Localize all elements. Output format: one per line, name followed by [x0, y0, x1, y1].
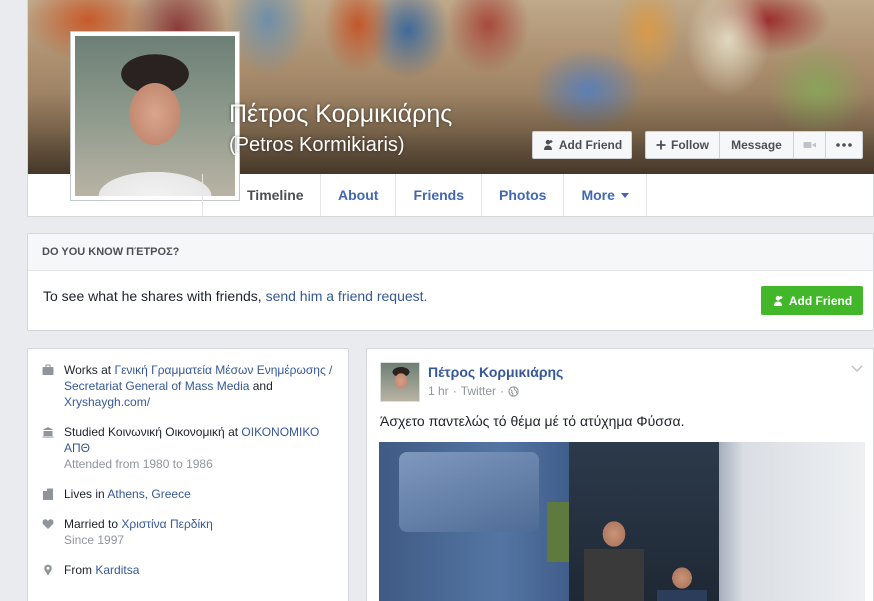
tab-more[interactable]: More: [564, 174, 647, 216]
send-friend-request-link[interactable]: send him a friend request.: [266, 288, 428, 304]
intro-from: From Karditsa: [42, 562, 337, 578]
image-van-window: [399, 452, 539, 532]
ellipsis-icon: [836, 143, 852, 147]
add-friend-label: Add Friend: [558, 138, 623, 152]
tab-friends[interactable]: Friends: [396, 174, 483, 216]
tab-timeline[interactable]: Timeline: [202, 174, 321, 216]
prompt-text: To see what he shares with friends, send…: [43, 288, 427, 304]
caret-down-icon: [620, 192, 629, 198]
add-friend-green-button[interactable]: Add Friend: [761, 286, 863, 315]
profile-tabs: Timeline About Friends Photos More: [202, 174, 647, 216]
education-attended: Attended from 1980 to 1986: [64, 457, 213, 471]
timeline-post: Πέτρος Κορμικιάρης 1 hr · Twitter · Άσχε…: [366, 348, 874, 601]
add-friend-icon: [773, 295, 783, 306]
message-label: Message: [731, 138, 782, 152]
tab-timeline-label: Timeline: [247, 187, 304, 203]
post-time[interactable]: 1 hr: [428, 384, 449, 398]
follow-label: Follow: [671, 138, 709, 152]
spouse-link[interactable]: Χριστίνα Περδίκη: [121, 517, 212, 531]
plus-icon: [656, 140, 666, 150]
chevron-down-icon[interactable]: [851, 365, 863, 373]
tab-about[interactable]: About: [321, 174, 397, 216]
tab-more-label: More: [581, 187, 615, 203]
from-place-link[interactable]: Karditsa: [95, 563, 139, 577]
tab-about-label: About: [338, 187, 379, 203]
location-pin-icon: [44, 564, 52, 576]
married-prefix: Married to: [64, 517, 122, 531]
work-and: and: [249, 379, 273, 393]
add-friend-button[interactable]: Add Friend: [532, 131, 632, 159]
intro-work: Works at Γενική Γραμματεία Μέσων Ενημέρω…: [42, 362, 337, 410]
prompt-heading: DO YOU KNOW ΠΈΤΡΟΣ?: [28, 234, 873, 271]
post-text: Άσχετο παντελώς τό θέμα μέ τό ατύχημα Φύ…: [380, 413, 685, 429]
lives-prefix: Lives in: [64, 487, 108, 501]
intro-married: Married to Χριστίνα Περδίκη Since 1997: [42, 516, 337, 548]
prompt-text-prefix: To see what he shares with friends,: [43, 288, 266, 304]
school-icon: [42, 427, 54, 438]
intro-panel: Works at Γενική Γραμματεία Μέσων Ενημέρω…: [27, 348, 349, 601]
tab-friends-label: Friends: [413, 187, 465, 203]
image-officer: [657, 560, 707, 601]
married-since: Since 1997: [64, 533, 125, 547]
employer2-link[interactable]: Xryshaygh.com/: [64, 395, 150, 409]
post-author-avatar[interactable]: [380, 362, 420, 402]
more-options-button[interactable]: [826, 132, 862, 158]
tab-photos[interactable]: Photos: [482, 174, 565, 216]
post-meta-separator: ·: [452, 384, 457, 398]
briefcase-icon: [42, 364, 54, 375]
heart-icon: [42, 519, 54, 529]
image-tree: [547, 502, 569, 562]
post-meta: 1 hr · Twitter ·: [428, 384, 519, 398]
home-icon: [43, 488, 53, 500]
message-button[interactable]: Message: [720, 132, 794, 158]
globe-icon[interactable]: [508, 385, 519, 397]
intro-education: Studied Κοινωνική Οικονομική at ΟΙΚΟΝΟΜΙ…: [42, 424, 337, 472]
profile-name[interactable]: Πέτρος Κορμικιάρης: [229, 100, 452, 129]
post-source: Twitter: [460, 384, 497, 398]
video-call-button[interactable]: [794, 132, 826, 158]
profile-actions: Follow Message: [645, 131, 863, 159]
tab-photos-label: Photos: [499, 187, 547, 203]
add-friend-icon: [543, 139, 553, 150]
work-prefix: Works at: [64, 363, 115, 377]
profile-alternate-name: (Petros Kormikiaris): [229, 134, 405, 156]
education-prefix: Studied Κοινωνική Οικονομική at: [64, 425, 242, 439]
intro-lives: Lives in Athens, Greece: [42, 486, 337, 502]
video-camera-icon: [803, 142, 816, 148]
post-image[interactable]: [379, 442, 865, 601]
add-friend-green-label: Add Friend: [788, 293, 853, 308]
follow-button[interactable]: Follow: [646, 132, 720, 158]
profile-photo: [75, 36, 235, 196]
post-meta-separator-2: ·: [500, 384, 505, 398]
lives-place-link[interactable]: Athens, Greece: [107, 487, 190, 501]
image-person: [584, 514, 644, 601]
from-prefix: From: [64, 563, 96, 577]
friend-request-prompt: DO YOU KNOW ΠΈΤΡΟΣ? To see what he share…: [27, 233, 874, 331]
post-author-name[interactable]: Πέτρος Κορμικιάρης: [428, 364, 563, 380]
